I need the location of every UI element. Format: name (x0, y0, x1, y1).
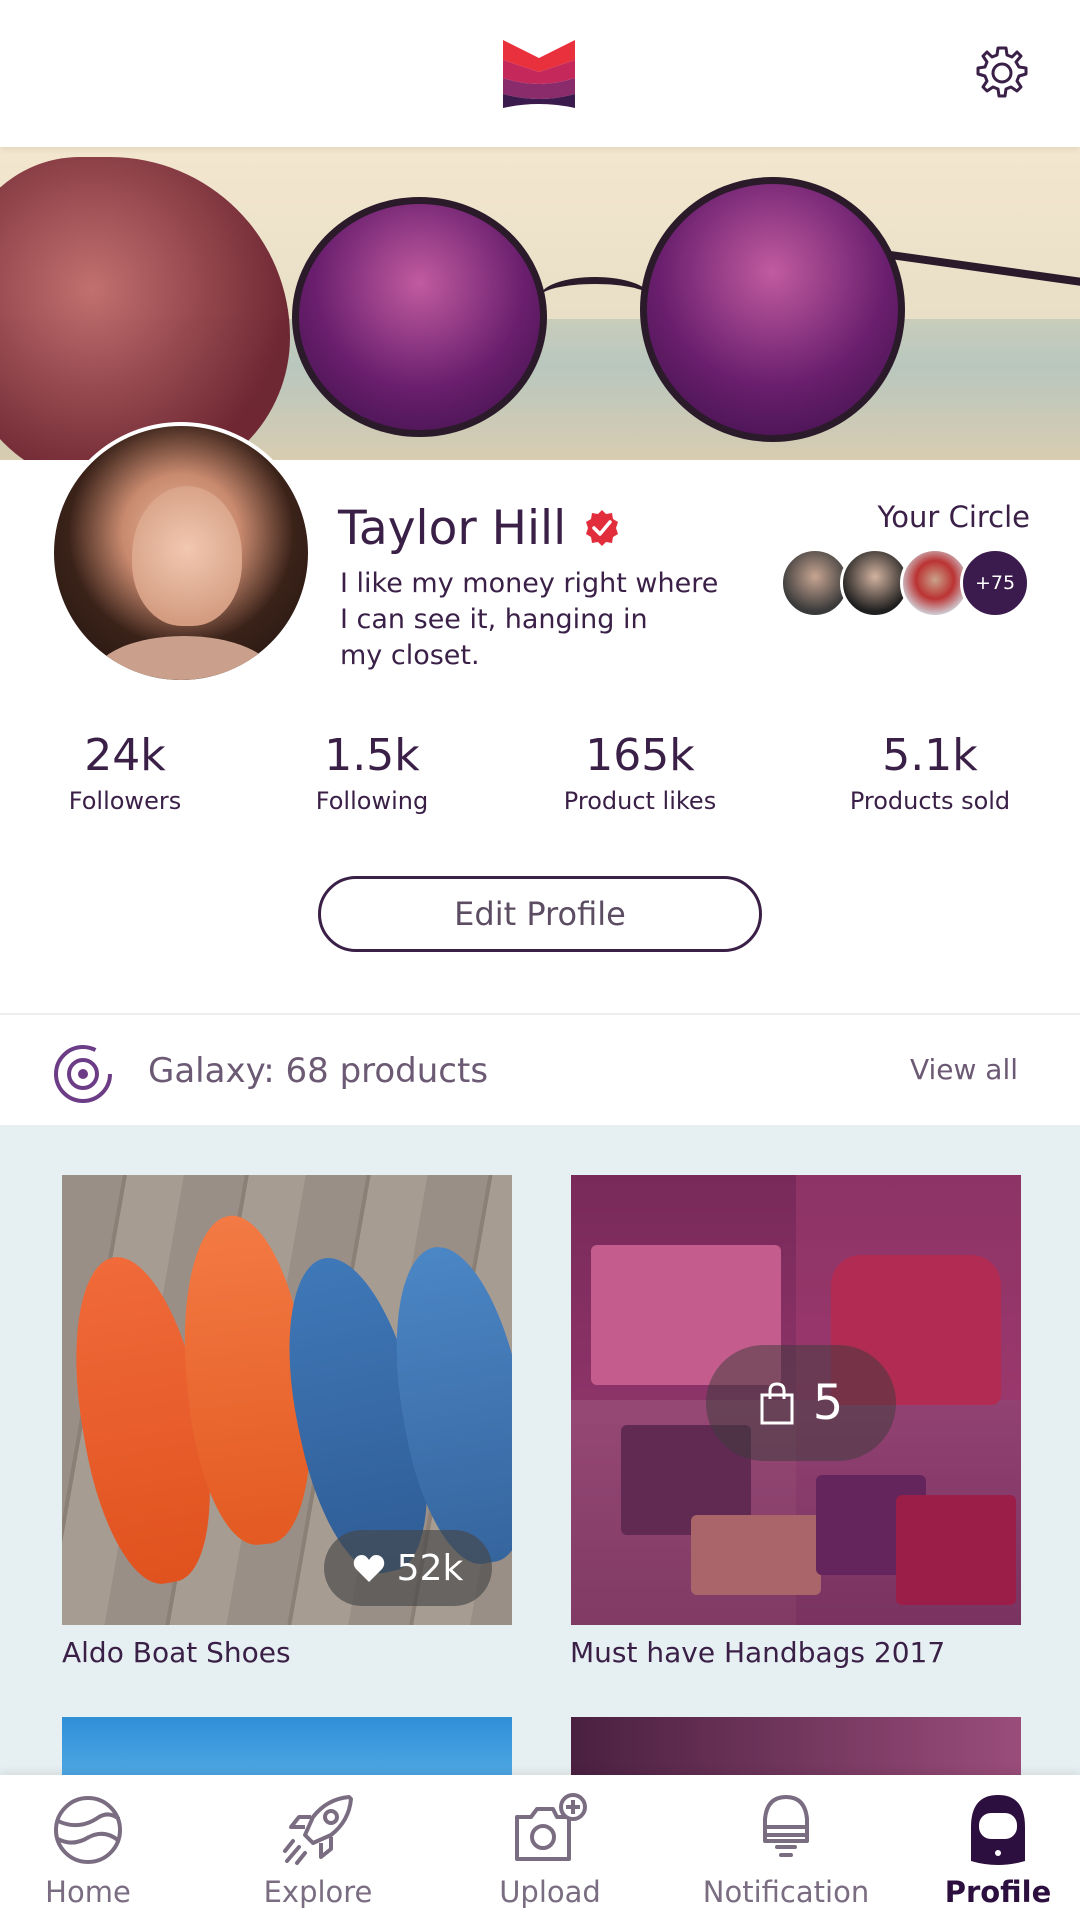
galaxy-header: Galaxy: 68 products View all (0, 1013, 1080, 1125)
stat-followers[interactable]: 24k Followers (45, 728, 205, 818)
profile-avatar[interactable] (50, 422, 312, 684)
shopping-bag-icon (760, 1382, 794, 1425)
product-grid: 52k Aldo Boat Shoes 5 Must have Handbags… (0, 1125, 1080, 1775)
bio-line: I like my money right where (340, 568, 719, 599)
bio-line: my closet. (340, 640, 480, 671)
nav-explore[interactable]: Explore (218, 1775, 418, 1920)
profile-bio: I like my money right where I can see it… (340, 566, 740, 674)
stat-value: 5.1k (882, 730, 978, 781)
rocket-icon (283, 1795, 353, 1865)
stat-product-likes[interactable]: 165k Product likes (535, 728, 745, 818)
nav-home[interactable]: Home (0, 1775, 188, 1920)
your-circle-title: Your Circle (877, 500, 1030, 534)
verified-badge-icon (586, 510, 619, 546)
stat-value: 165k (585, 730, 695, 781)
stat-label: Followers (68, 787, 182, 815)
nav-label: Upload (499, 1875, 601, 1909)
stat-label: Product likes (563, 787, 717, 815)
bottom-navigation: Home Explore Upload Notification Profile (0, 1775, 1080, 1920)
product-title[interactable]: Must have Handbags 2017 (570, 1636, 945, 1669)
product-card-image[interactable] (571, 1717, 1021, 1775)
nav-label: Notification (702, 1875, 870, 1909)
product-card-image[interactable] (62, 1717, 512, 1775)
product-card-image[interactable]: 5 (571, 1175, 1021, 1625)
astronaut-icon (971, 1795, 1025, 1865)
like-count: 52k (396, 1547, 464, 1589)
collection-count-badge[interactable]: 5 (706, 1345, 896, 1461)
planet-icon (54, 1796, 122, 1864)
galaxy-title: Galaxy: 68 products (148, 1051, 489, 1091)
nav-label: Explore (263, 1875, 373, 1909)
bio-line: I can see it, hanging in (340, 604, 648, 635)
stat-value: 24k (84, 730, 166, 781)
view-all-link[interactable]: View all (910, 1053, 1018, 1086)
galaxy-icon (54, 1045, 112, 1103)
nav-notification[interactable]: Notification (686, 1775, 886, 1920)
profile-name: Taylor Hill (338, 500, 567, 556)
circle-more-count[interactable]: +75 (960, 548, 1030, 618)
stat-products-sold[interactable]: 5.1k Products sold (820, 728, 1040, 818)
profile-name-row: Taylor Hill (338, 498, 622, 558)
heart-icon (353, 1555, 384, 1582)
stat-value: 1.5k (324, 730, 420, 781)
stat-following[interactable]: 1.5k Following (292, 728, 452, 818)
profile-stats: 24k Followers 1.5k Following 165k Produc… (0, 728, 1080, 828)
gear-icon[interactable] (974, 45, 1030, 101)
camera-plus-icon (515, 1793, 587, 1861)
product-card-image[interactable]: 52k (62, 1175, 512, 1625)
nav-profile[interactable]: Profile (898, 1775, 1080, 1920)
edit-profile-button[interactable]: Edit Profile (318, 876, 762, 952)
cover-photo (0, 147, 1080, 460)
brand-logo-icon[interactable] (503, 40, 575, 108)
top-bar (0, 0, 1080, 147)
product-title[interactable]: Aldo Boat Shoes (62, 1636, 291, 1669)
like-count-badge[interactable]: 52k (324, 1530, 492, 1606)
nav-label: Home (45, 1875, 131, 1909)
collection-count: 5 (812, 1375, 844, 1431)
stat-label: Products sold (849, 787, 1011, 815)
bell-icon (763, 1795, 809, 1857)
stat-label: Following (315, 787, 429, 815)
nav-upload[interactable]: Upload (450, 1775, 650, 1920)
nav-label: Profile (944, 1875, 1052, 1909)
